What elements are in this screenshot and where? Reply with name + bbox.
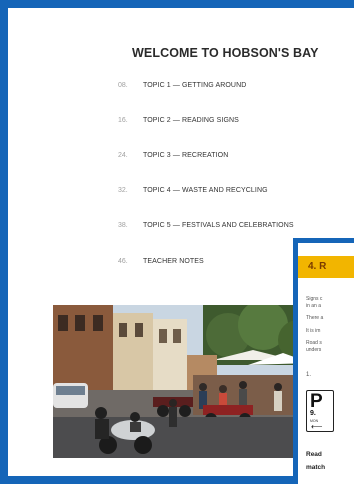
toc-label: TOPIC 4 — WASTE AND RECYCLING bbox=[143, 186, 268, 194]
street-scene-illustration bbox=[53, 305, 311, 458]
inset-section-banner: 4. R bbox=[298, 256, 354, 278]
inset-instruction: match bbox=[306, 464, 326, 471]
toc-label: TOPIC 2 — READING SIGNS bbox=[143, 116, 239, 124]
toc-item-topic-2[interactable]: 16. TOPIC 2 — READING SIGNS bbox=[118, 113, 239, 127]
inset-text-line: Signs c bbox=[306, 296, 323, 302]
toc-label: TEACHER NOTES bbox=[143, 257, 204, 265]
toc-label: TOPIC 5 — FESTIVALS AND CELEBRATIONS bbox=[143, 221, 294, 229]
toc-item-topic-3[interactable]: 24. TOPIC 3 — RECREATION bbox=[118, 148, 228, 162]
toc-item-topic-4[interactable]: 32. TOPIC 4 — WASTE AND RECYCLING bbox=[118, 183, 268, 197]
inset-text-line: unders bbox=[306, 347, 322, 353]
toc-page-number: 32. bbox=[118, 186, 128, 194]
inset-page: 4. R Signs c in an a There a It is im Ro… bbox=[293, 238, 354, 484]
inset-text-line: Road s bbox=[306, 340, 322, 346]
toc-page-number: 24. bbox=[118, 151, 128, 159]
street-scene-photo bbox=[53, 305, 311, 458]
inset-item-number: 1. bbox=[306, 372, 312, 378]
inset-text-line: in an a bbox=[306, 303, 322, 309]
parking-sign: P 9. MON ⟵ bbox=[306, 390, 334, 432]
toc-label: TOPIC 3 — RECREATION bbox=[143, 151, 229, 159]
page-title: WELCOME TO HOBSON'S BAY bbox=[132, 46, 319, 60]
left-arrow-icon: ⟵ bbox=[311, 422, 323, 431]
toc-page-number: 16. bbox=[118, 116, 128, 124]
toc-page-number: 38. bbox=[118, 221, 128, 229]
toc-item-teacher-notes[interactable]: 46. TEACHER NOTES bbox=[118, 254, 204, 268]
toc-item-topic-1[interactable]: 08. TOPIC 1 — GETTING AROUND bbox=[118, 78, 246, 92]
inset-text-line: There a bbox=[306, 315, 324, 321]
toc-item-topic-5[interactable]: 38. TOPIC 5 — FESTIVALS AND CELEBRATIONS bbox=[118, 218, 294, 232]
parking-sign-time: 9. bbox=[310, 410, 316, 417]
toc-page-number: 46. bbox=[118, 257, 128, 265]
inset-instruction: Read bbox=[306, 451, 322, 458]
inset-text-line: It is im bbox=[306, 328, 321, 334]
toc-label: TOPIC 1 — GETTING AROUND bbox=[143, 81, 247, 89]
toc-page-number: 08. bbox=[118, 81, 128, 89]
